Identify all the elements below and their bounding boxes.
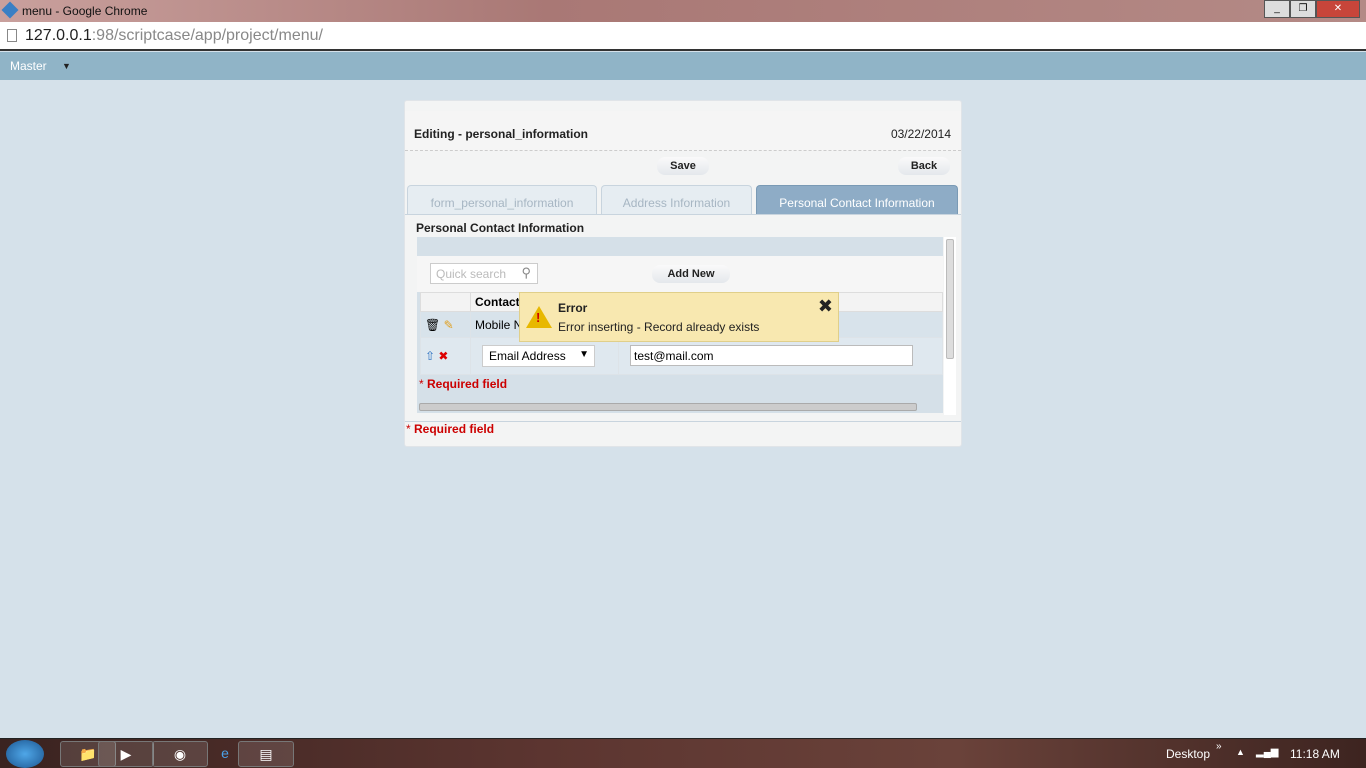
insert-icon[interactable]: ⇧	[425, 349, 435, 363]
save-button[interactable]: Save	[657, 157, 709, 175]
clock[interactable]: 11:18 AM	[1290, 747, 1340, 761]
form-header: Editing - personal_information 03/22/201…	[405, 111, 961, 151]
contact-type-select[interactable]: Email Address ▼	[482, 345, 595, 367]
required-note-inner: * Required field	[419, 377, 508, 391]
add-new-button[interactable]: Add New	[652, 265, 730, 283]
close-icon[interactable]: ✖	[818, 296, 833, 317]
winrar-icon[interactable]: ▤	[238, 741, 294, 767]
section-title: Personal Contact Information	[416, 221, 585, 235]
tray-arrow-icon[interactable]: ▲	[1236, 747, 1245, 757]
maximize-button[interactable]: ❐	[1290, 0, 1316, 18]
contact-type-value: Email Address	[489, 349, 566, 363]
signal-icon[interactable]: ▂▄▆	[1256, 747, 1278, 758]
page-icon	[7, 29, 17, 42]
contact-value-input[interactable]: test@mail.com	[630, 345, 913, 366]
error-message: Error inserting - Record already exists	[558, 320, 760, 334]
close-button[interactable]: ✕	[1316, 0, 1360, 18]
chevron-down-icon[interactable]: ▼	[62, 61, 71, 71]
required-note: * Required field	[406, 422, 495, 436]
address-bar[interactable]: 127.0.0.1:98/scriptcase/app/project/menu…	[0, 22, 1366, 51]
menu-item-master[interactable]: Master	[10, 59, 47, 73]
window-title: menu - Google Chrome	[22, 4, 148, 18]
search-icon[interactable]: ⚲	[521, 265, 531, 281]
browser-titlebar: menu - Google Chrome _ ❐ ✕	[0, 0, 1366, 22]
warning-icon: !	[526, 306, 552, 328]
page-title: Editing - personal_information	[414, 127, 589, 141]
horizontal-scrollbar[interactable]	[419, 403, 917, 411]
actions-header	[420, 292, 471, 312]
desktop-toolbar[interactable]: Desktop	[1166, 747, 1210, 761]
url-path: :98/scriptcase/app/project/menu/	[91, 27, 323, 44]
tab-personal-contact-information[interactable]: Personal Contact Information	[756, 185, 958, 214]
error-title: Error	[558, 301, 588, 315]
quick-search-input[interactable]: Quick search ⚲	[430, 263, 538, 284]
date: 03/22/2014	[890, 127, 951, 141]
media-player-icon[interactable]: ▶	[98, 741, 154, 767]
app-icon	[1, 1, 19, 19]
quick-search-placeholder: Quick search	[436, 267, 507, 281]
cancel-icon[interactable]: ✖	[438, 349, 448, 363]
vertical-scrollbar[interactable]	[944, 237, 956, 415]
trash-icon[interactable]: 🗑	[425, 318, 440, 332]
url-host: 127.0.0.1	[25, 27, 92, 44]
tab-address-information[interactable]: Address Information	[601, 185, 752, 214]
caret-down-icon: ▼	[579, 349, 589, 360]
minimize-button[interactable]: _	[1264, 0, 1290, 18]
form-panel: Editing - personal_information 03/22/201…	[404, 100, 962, 447]
chevron-right-icon[interactable]: »	[1216, 741, 1222, 752]
back-button[interactable]: Back	[898, 157, 950, 175]
start-button[interactable]	[6, 740, 44, 768]
grid-toolbar: Quick search ⚲ Add New	[417, 256, 943, 292]
url-text[interactable]: 127.0.0.1:98/scriptcase/app/project/menu…	[25, 27, 323, 45]
menu-bar: Master ▼	[0, 52, 1366, 80]
pencil-icon[interactable]: ✎	[444, 318, 454, 332]
error-popup: ! Error Error inserting - Record already…	[519, 292, 839, 342]
tab-form-personal-information[interactable]: form_personal_information	[407, 185, 597, 214]
taskbar: 📁 ▶ ◉ e ▤ Desktop » ▲ ▂▄▆ 11:18 AM	[0, 738, 1366, 768]
